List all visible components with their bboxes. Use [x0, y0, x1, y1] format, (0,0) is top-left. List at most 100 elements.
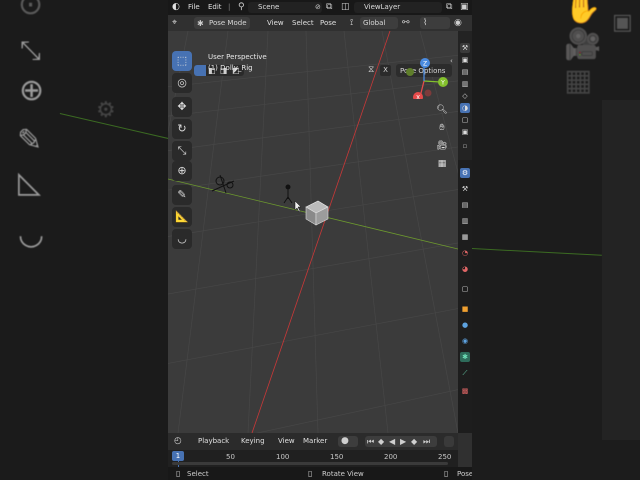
ortho-grid-icon[interactable]: ▦: [435, 157, 449, 171]
select-new-icon[interactable]: [194, 65, 206, 76]
wrench-props-icon[interactable]: ⚒: [460, 184, 470, 194]
menu-select[interactable]: Select: [292, 19, 314, 27]
ghost-camera-icon: 🎥: [564, 27, 602, 62]
modifier-props-icon[interactable]: ●: [460, 320, 470, 330]
pin-icon[interactable]: ⊘: [315, 3, 321, 12]
scale-tool-button[interactable]: ⤡: [172, 141, 192, 161]
timeline-more-button[interactable]: [444, 436, 454, 447]
jump-key-forward-icon[interactable]: ◆: [411, 437, 417, 446]
camera-view-icon[interactable]: 🎥︎: [435, 139, 449, 153]
mouse-middle-icon: ▯: [308, 469, 313, 478]
viewlayer-props-icon[interactable]: ▦: [460, 232, 470, 242]
status-rotate-view: Rotate View: [322, 470, 364, 478]
editor-type-icon[interactable]: ⌖: [172, 19, 177, 28]
object-props-icon[interactable]: ■: [460, 304, 470, 314]
copy-layer-icon[interactable]: ⧉: [446, 3, 452, 12]
ghost-annotate-icon: ✎: [17, 123, 43, 158]
record-button[interactable]: ●: [338, 436, 358, 447]
move-icon: ✥: [177, 100, 187, 113]
navigation-gizmo[interactable]: Z Y X: [398, 55, 454, 99]
view-layer-icon[interactable]: ◫: [341, 3, 350, 12]
select-box-tool-button[interactable]: ⬚: [172, 51, 192, 71]
scale-icon: ⤡: [177, 144, 187, 157]
tool-tab-icon[interactable]: ⚒: [460, 43, 470, 53]
timeline-ruler[interactable]: 1: [168, 450, 458, 467]
transform-tool-button[interactable]: ⊕: [172, 161, 192, 181]
background-right: ✋ 🎥 ▦ ▣: [472, 0, 640, 480]
annotate-tool-button[interactable]: ✎: [172, 185, 192, 205]
pivot-icon[interactable]: ⚯: [402, 19, 410, 28]
sidebar-toggle-icon[interactable]: ‹: [450, 57, 453, 66]
transform-orientation-icon[interactable]: ⟟: [350, 19, 353, 28]
remove-layer-icon[interactable]: ▣: [460, 3, 469, 12]
cursor-tool-button[interactable]: ◎: [172, 73, 192, 93]
armature-props-icon[interactable]: ✱: [460, 352, 470, 362]
menu-separator: |: [228, 3, 231, 11]
output-props-icon[interactable]: ▥: [460, 216, 470, 226]
zoom-icon[interactable]: 🔍︎: [435, 103, 449, 117]
world-tab-icon[interactable]: ◑: [460, 103, 470, 113]
physics-props-icon[interactable]: ◉: [460, 336, 470, 346]
view-name: User Perspective: [208, 53, 267, 61]
play-icon[interactable]: ▶: [400, 437, 406, 446]
ghost-grid-icon: ▦: [564, 63, 593, 98]
timeline-scrollbar[interactable]: [172, 462, 448, 465]
render-tab-icon[interactable]: ▣: [460, 55, 470, 65]
timeline-tick: 100: [276, 453, 290, 461]
tool-props-icon[interactable]: ⚙: [460, 168, 470, 178]
menu-pose[interactable]: Pose: [320, 19, 336, 27]
menu-view[interactable]: View: [267, 19, 284, 27]
menu-playback[interactable]: Playback: [198, 437, 229, 445]
pan-hand-icon[interactable]: ✋︎: [435, 121, 449, 135]
play-reverse-icon[interactable]: ◀: [389, 437, 395, 446]
pose-relax-tool-button[interactable]: ◡: [172, 229, 192, 249]
proportional-edit-icon[interactable]: ◉: [454, 19, 462, 28]
timeline-editor-icon[interactable]: ◴: [174, 437, 182, 446]
collection-tab-icon[interactable]: ▢: [460, 115, 470, 125]
dolly-rig: [211, 174, 293, 204]
scene-props-icon[interactable]: ◔: [460, 248, 470, 258]
scene-icon[interactable]: ⚲: [238, 3, 245, 12]
orientation-selector[interactable]: Global: [360, 17, 398, 29]
texture-props-icon[interactable]: ▩: [460, 386, 470, 396]
output-tab-icon[interactable]: ▤: [460, 67, 470, 77]
mode-selector[interactable]: ✱ Pose Mode: [194, 17, 250, 29]
menu-timeline-view[interactable]: View: [278, 437, 295, 445]
menu-marker[interactable]: Marker: [303, 437, 327, 445]
jump-start-icon[interactable]: ⏮: [367, 437, 374, 446]
collection-props-icon[interactable]: ▢: [460, 284, 470, 294]
pose-mode-icon: ✱: [197, 19, 204, 28]
mouse-left-icon: ▯: [176, 469, 181, 478]
rotate-tool-button[interactable]: ↻: [172, 119, 192, 139]
menu-edit[interactable]: Edit: [208, 3, 222, 11]
render-props-icon[interactable]: ▤: [460, 200, 470, 210]
measure-tool-button[interactable]: 📐: [172, 207, 192, 227]
jump-end-icon[interactable]: ⏭: [423, 437, 430, 446]
snap-toggle[interactable]: ⌇: [420, 17, 450, 29]
blender-window: ◐ File Edit | ⚲ Scene ⊘ ⧉ ◫ ViewLayer ⧉ …: [168, 0, 472, 480]
scene-selector[interactable]: Scene: [248, 2, 322, 13]
ghost-relax-icon: ◡: [18, 217, 45, 252]
pose-relax-icon: ◡: [177, 232, 187, 245]
view-layer-name: ViewLayer: [364, 3, 401, 11]
copy-scene-icon[interactable]: ⧉: [326, 3, 332, 12]
move-tool-button[interactable]: ✥: [172, 97, 192, 117]
mirror-icon[interactable]: ⧖: [368, 66, 374, 75]
view-layer-tab-icon[interactable]: ▥: [460, 79, 470, 89]
view-layer-selector[interactable]: ViewLayer: [354, 2, 442, 13]
3d-viewport[interactable]: ◧ ◨ ◩ ⧖ X Pose Options User Perspective …: [168, 31, 458, 433]
menu-file[interactable]: File: [188, 3, 200, 11]
status-bar: ▯ Select ▯ Rotate View ▯ Pose: [168, 467, 472, 480]
menu-keying[interactable]: Keying: [241, 437, 265, 445]
world-props-icon[interactable]: ◕: [460, 264, 470, 274]
scene-tab-icon[interactable]: ◇: [460, 91, 470, 101]
jump-key-back-icon[interactable]: ◆: [378, 437, 384, 446]
blender-logo-icon[interactable]: ◐: [172, 3, 180, 12]
x-mirror-toggle[interactable]: X: [380, 65, 391, 76]
current-frame-indicator[interactable]: 1: [172, 451, 184, 461]
object-tab-icon[interactable]: ▣: [460, 127, 470, 137]
bone-props-icon[interactable]: ⟋: [460, 368, 470, 378]
timeline-tick: 150: [330, 453, 344, 461]
object-tab-extra-icon[interactable]: ▫: [460, 141, 470, 151]
playback-controls[interactable]: ⏮ ◆ ◀ ▶ ◆ ⏭: [365, 436, 437, 447]
